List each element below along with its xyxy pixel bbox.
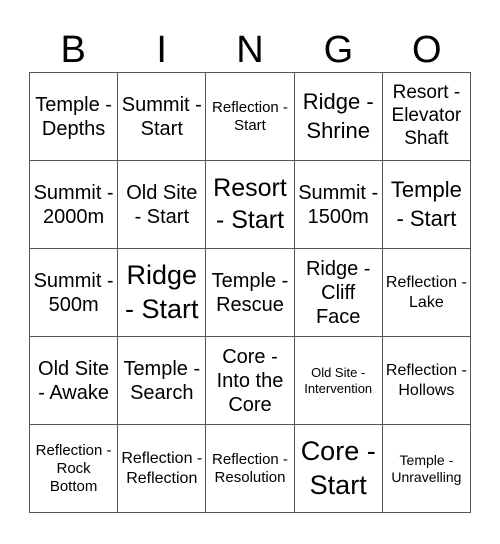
cell-label: Core - Into the Core [216,345,284,416]
cell-label: Temple - Start [390,176,462,231]
header-letter-g: G [323,29,354,71]
bingo-cell[interactable]: Ridge - Cliff Face [294,249,383,337]
bingo-card-grid: Temple - Depths Summit - Start Reflectio… [29,72,471,513]
bingo-cell[interactable]: Summit - 2000m [30,161,119,249]
cell-label: Ridge - Shrine [302,88,374,143]
cell-label: Reflection - Hollows [385,362,467,399]
header-letter-n: N [236,29,264,71]
cell-label: Temple - Search [123,357,201,404]
cell-label: Old Site - Start [126,181,198,228]
cell-label: Summit - Start [121,93,202,140]
bingo-cell[interactable]: Reflection - Lake [382,249,471,337]
cell-label: Ridge - Start [125,259,199,324]
cell-label: Temple - Rescue [211,269,289,316]
cell-label: Resort - Elevator Shaft [391,82,462,149]
bingo-cell[interactable]: Temple - Depths [30,73,119,161]
bingo-cell[interactable]: Ridge - Start [118,249,207,337]
bingo-cell[interactable]: Resort - Start [206,161,295,249]
bingo-cell[interactable]: Summit - 500m [30,249,119,337]
bingo-header: B I N G O [29,28,471,72]
cell-label: Summit - 2000m [33,181,114,228]
bingo-cell[interactable]: Reflection - Rock Bottom [30,425,119,513]
cell-label: Reflection - Resolution [212,450,288,486]
bingo-cell[interactable]: Temple - Unravelling [382,425,471,513]
cell-label: Summit - 500m [33,269,114,316]
bingo-cell[interactable]: Temple - Start [382,161,471,249]
cell-label: Old Site - Intervention [304,364,373,396]
cell-label: Temple - Unravelling [391,451,462,485]
bingo-cell[interactable]: Old Site - Intervention [294,337,383,425]
bingo-cell[interactable]: Summit - Start [118,73,207,161]
cell-label: Core - Start [300,435,376,500]
cell-label: Temple - Depths [35,93,112,140]
bingo-cell[interactable]: Old Site - Start [118,161,207,249]
bingo-cell[interactable]: Ridge - Shrine [294,73,383,161]
cell-label: Old Site - Awake [38,357,110,404]
bingo-cell[interactable]: Old Site - Awake [30,337,119,425]
bingo-cell[interactable]: Summit - 1500m [294,161,383,249]
header-letter-o: O [412,29,442,71]
cell-label: Reflection - Start [212,98,288,134]
bingo-cell[interactable]: Resort - Elevator Shaft [382,73,471,161]
bingo-cell[interactable]: Core - Start [294,425,383,513]
cell-label: Summit - 1500m [298,181,379,228]
bingo-cell[interactable]: Reflection - Hollows [382,337,471,425]
bingo-cell[interactable]: Temple - Search [118,337,207,425]
bingo-cell[interactable]: Core - Into the Core [206,337,295,425]
cell-label: Reflection - Reflection [121,450,203,487]
bingo-cell[interactable]: Reflection - Start [206,73,295,161]
cell-label: Reflection - Lake [385,274,467,311]
cell-label: Resort - Start [213,174,287,234]
bingo-cell[interactable]: Reflection - Resolution [206,425,295,513]
cell-label: Ridge - Cliff Face [305,257,371,328]
bingo-cell[interactable]: Reflection - Reflection [118,425,207,513]
bingo-cell[interactable]: Temple - Rescue [206,249,295,337]
header-letter-b: B [60,29,86,71]
cell-label: Reflection - Rock Bottom [35,441,112,495]
header-letter-i: I [156,29,167,71]
